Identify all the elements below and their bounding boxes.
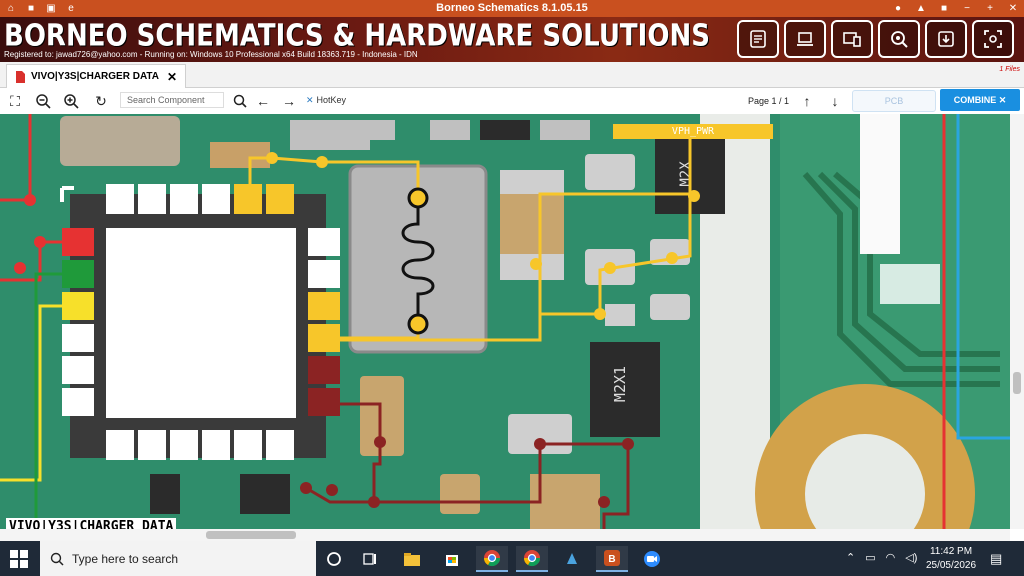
user-icon[interactable]: ●: [891, 1, 905, 15]
checklist-icon: [750, 30, 766, 48]
volume-icon[interactable]: ◁): [905, 551, 917, 564]
chrome-icon[interactable]: [476, 546, 508, 572]
window-title: Borneo Schematics 8.1.05.15: [436, 2, 588, 14]
tab-close-icon[interactable]: ✕: [167, 70, 177, 84]
system-tray: ⌃ ▭ ◠ ◁): [846, 551, 917, 564]
fullscreen-icon[interactable]: ⛶: [6, 92, 24, 110]
start-button[interactable]: [10, 550, 28, 568]
file-explorer-icon[interactable]: [396, 546, 428, 572]
zoom-in-icon[interactable]: [62, 92, 80, 110]
borneo-icon[interactable]: B: [596, 546, 628, 572]
hotkey-label: HotKey: [316, 95, 347, 105]
page-indicator: Page 1 / 1: [748, 96, 790, 106]
taskbar-search[interactable]: Type here to search: [40, 541, 316, 576]
cortana-icon[interactable]: [318, 546, 350, 572]
arrow-down-icon[interactable]: ↓: [826, 92, 844, 110]
tab-charger-data[interactable]: VIVO|Y3S|CHARGER DATA ✕: [6, 64, 186, 88]
app-icon[interactable]: [556, 546, 588, 572]
notification-icon[interactable]: ▤: [990, 551, 1002, 567]
search-icon[interactable]: [231, 92, 249, 110]
devices-icon: [843, 32, 861, 47]
title-bar-right-icons: ● ▲ ■ − + ✕: [891, 1, 1020, 15]
tab-strip: VIVO|Y3S|CHARGER DATA ✕ 1 Files: [0, 62, 1024, 88]
svg-text:B: B: [608, 554, 615, 565]
windows-logo-icon: [10, 550, 28, 568]
checklist-button[interactable]: [737, 20, 779, 58]
store-icon[interactable]: [436, 546, 468, 572]
focus-icon: [984, 30, 1002, 48]
clock-date: 25/05/2026: [925, 560, 977, 571]
maximize-icon[interactable]: +: [983, 1, 997, 15]
horizontal-scrollbar[interactable]: [0, 529, 1010, 541]
focus-button[interactable]: [972, 20, 1014, 58]
video-icon[interactable]: ■: [937, 1, 951, 15]
component-search-input[interactable]: Search Component: [120, 92, 224, 108]
arrow-left-icon[interactable]: ←: [254, 92, 272, 110]
title-bar: ⌂ ■ ▣ e Borneo Schematics 8.1.05.15 ● ▲ …: [0, 0, 1024, 17]
pcb-button[interactable]: PCB: [852, 90, 936, 112]
refresh-icon[interactable]: ↻: [92, 92, 110, 110]
hotkey-toggle[interactable]: ✕ HotKey: [306, 95, 346, 106]
brand-title: BORNEO SCHEMATICS & HARDWARE SOLUTIONS: [4, 19, 710, 54]
viewer-toolbar: ⛶ ↻ Search Component ← → ✕ HotKey Page 1 …: [0, 88, 1024, 114]
lock-icon[interactable]: ▲: [914, 1, 928, 15]
vertical-scroll-thumb[interactable]: [1013, 372, 1021, 394]
zoom-icon[interactable]: [636, 546, 668, 572]
taskbar-search-placeholder: Type here to search: [72, 551, 179, 566]
clock-time: 11:42 PM: [929, 546, 973, 557]
component-marking-bottom: M2X1: [611, 366, 629, 402]
arrow-right-icon[interactable]: →: [280, 92, 298, 110]
devices-button[interactable]: [831, 20, 873, 58]
board-view[interactable]: M2X M2X1 VPH_PWR VIVO|Y3S|CHARGER DATA: [0, 114, 1010, 529]
hotkey-x-icon: ✕: [306, 95, 314, 105]
combine-label: COMBINE: [953, 95, 997, 105]
combine-icon: ✕: [998, 94, 1007, 105]
chevron-up-icon[interactable]: ⌃: [846, 551, 855, 564]
app-banner: BORNEO SCHEMATICS & HARDWARE SOLUTIONS R…: [0, 17, 1024, 62]
net-label-vph-pwr[interactable]: VPH_PWR: [613, 124, 773, 139]
laptop-icon: [797, 32, 813, 46]
search-chip-icon: [891, 31, 908, 48]
task-view-icon[interactable]: [354, 546, 386, 572]
banner-tools: [737, 20, 1014, 58]
zoom-out-icon[interactable]: [34, 92, 52, 110]
chrome-profile-icon[interactable]: [516, 546, 548, 572]
registration-info: Registered to: jawad726@yahoo.com - Runn…: [4, 50, 418, 59]
pdf-file-icon: [16, 70, 25, 83]
minimize-icon[interactable]: −: [960, 1, 974, 15]
vertical-scrollbar[interactable]: [1010, 114, 1024, 529]
horizontal-scroll-thumb[interactable]: [206, 531, 296, 539]
files-count-badge: 1 Files: [999, 66, 1020, 73]
search-chip-button[interactable]: [878, 20, 920, 58]
taskbar-search-icon: [50, 552, 64, 566]
board-view-label: VIVO|Y3S|CHARGER DATA: [6, 518, 177, 529]
taskbar-clock[interactable]: 11:42 PM 25/05/2026: [922, 545, 980, 573]
close-icon[interactable]: ✕: [1006, 1, 1020, 15]
download-button[interactable]: [925, 20, 967, 58]
combine-button[interactable]: COMBINE ✕: [940, 89, 1020, 111]
board-drawing: M2X M2X1: [0, 114, 1010, 529]
battery-icon[interactable]: ▭: [865, 551, 875, 564]
component-marking-top: M2X: [678, 161, 694, 187]
laptop-button[interactable]: [784, 20, 826, 58]
arrow-up-icon[interactable]: ↑: [798, 92, 816, 110]
download-icon: [938, 31, 954, 47]
wifi-icon[interactable]: ◠: [886, 551, 896, 564]
tab-label: VIVO|Y3S|CHARGER DATA: [31, 71, 160, 82]
windows-taskbar: Type here to search B ⌃ ▭ ◠ ◁) 11:42 PM …: [0, 541, 1024, 576]
